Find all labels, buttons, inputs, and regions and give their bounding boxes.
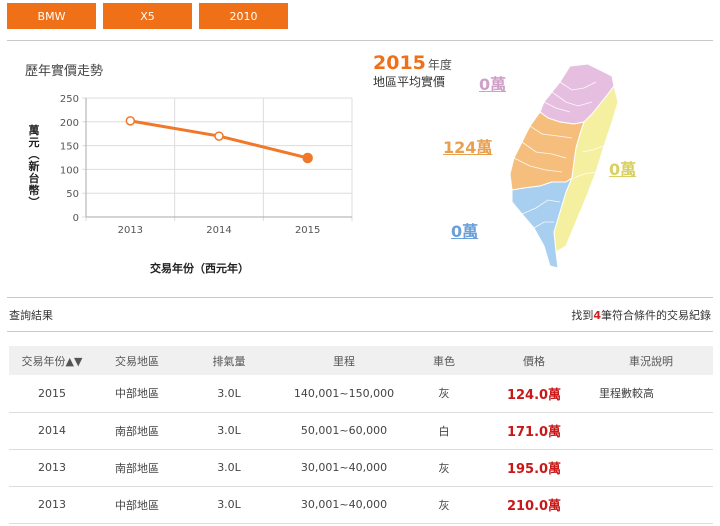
divider-middle — [7, 297, 713, 298]
y-tick-label: 150 — [60, 142, 79, 153]
y-tick-label: 50 — [66, 189, 79, 200]
region-year: 2015 — [373, 52, 426, 74]
results-label: 查詢結果 — [9, 309, 53, 322]
filter-tabs: BMW X5 2010 — [7, 3, 288, 29]
region-subtitle: 地區平均實價 — [373, 75, 446, 89]
cell-condition — [589, 486, 713, 524]
cell-condition — [589, 449, 713, 487]
transactions-table: 交易年份▲▼ 交易地區 排氣量 里程 車色 價格 車況說明 2015 中部地區 … — [9, 346, 713, 524]
cell-color: 灰 — [409, 486, 479, 524]
cell-displacement: 3.0L — [179, 486, 279, 524]
cell-displacement: 3.0L — [179, 412, 279, 450]
header-condition: 車況說明 — [589, 346, 713, 375]
results-count: 找到4筆符合條件的交易紀錄 — [571, 309, 711, 322]
results-count-number: 4 — [593, 309, 601, 322]
trend-title: 歷年實價走勢 — [25, 64, 104, 79]
region-north-value[interactable]: 0萬 — [479, 71, 506, 95]
cell-year: 2013 — [9, 449, 95, 487]
table-row: 2014 南部地區 3.0L 50,001~60,000 白 171.0萬 — [9, 412, 713, 450]
x-tick-label: 2015 — [295, 225, 320, 236]
cell-color: 灰 — [409, 449, 479, 487]
cell-color: 白 — [409, 412, 479, 450]
price-trend-chart: 0 50 100 150 200 250 2013 2014 2015 — [60, 94, 353, 236]
y-tick-label: 0 — [73, 213, 79, 224]
cell-mileage: 30,001~40,000 — [279, 486, 409, 524]
data-point — [302, 152, 313, 164]
tab-year[interactable]: 2010 — [199, 3, 288, 29]
header-price: 價格 — [479, 346, 589, 375]
tab-brand[interactable]: BMW — [7, 3, 96, 29]
cell-mileage: 50,001~60,000 — [279, 412, 409, 450]
table-header-row: 交易年份▲▼ 交易地區 排氣量 里程 車色 價格 車況說明 — [9, 346, 713, 375]
taiwan-map — [509, 63, 619, 269]
cell-price: 124.0萬 — [479, 375, 589, 413]
table-row: 2013 南部地區 3.0L 30,001~40,000 灰 195.0萬 — [9, 449, 713, 487]
cell-year: 2013 — [9, 486, 95, 524]
cell-mileage: 30,001~40,000 — [279, 449, 409, 487]
cell-condition: 里程數較高 — [589, 375, 713, 413]
table-row: 2013 中部地區 3.0L 30,001~40,000 灰 210.0萬 — [9, 486, 713, 524]
cell-year: 2014 — [9, 412, 95, 450]
data-point — [214, 131, 224, 141]
cell-year: 2015 — [9, 375, 95, 413]
header-color: 車色 — [409, 346, 479, 375]
y-tick-label: 250 — [60, 94, 79, 105]
x-tick-label: 2013 — [118, 225, 143, 236]
header-region: 交易地區 — [95, 346, 179, 375]
cell-region: 南部地區 — [95, 412, 179, 450]
header-mileage: 里程 — [279, 346, 409, 375]
x-tick-label: 2014 — [206, 225, 231, 236]
divider-top — [7, 40, 713, 41]
region-south-value[interactable]: 0萬 — [451, 218, 478, 242]
cell-region: 中部地區 — [95, 486, 179, 524]
region-year-title: 2015 年度 — [373, 52, 452, 74]
region-east-value[interactable]: 0萬 — [609, 156, 636, 180]
tab-model[interactable]: X5 — [103, 3, 192, 29]
cell-price: 210.0萬 — [479, 486, 589, 524]
data-point — [125, 116, 136, 126]
y-tick-label: 200 — [60, 118, 79, 129]
cell-region: 南部地區 — [95, 449, 179, 487]
cell-displacement: 3.0L — [179, 375, 279, 413]
chart-xlabel: 交易年份（西元年） — [150, 262, 249, 275]
cell-color: 灰 — [409, 375, 479, 413]
region-central-value[interactable]: 124萬 — [443, 134, 492, 158]
cell-price: 171.0萬 — [479, 412, 589, 450]
header-displacement: 排氣量 — [179, 346, 279, 375]
divider-results — [7, 331, 713, 332]
y-tick-label: 100 — [60, 165, 79, 176]
header-year-sort[interactable]: 交易年份▲▼ — [9, 346, 95, 375]
region-year-unit: 年度 — [427, 58, 452, 72]
cell-displacement: 3.0L — [179, 449, 279, 487]
table-row: 2015 中部地區 3.0L 140,001~150,000 灰 124.0萬 … — [9, 375, 713, 413]
cell-mileage: 140,001~150,000 — [279, 375, 409, 413]
cell-price: 195.0萬 — [479, 449, 589, 487]
cell-condition — [589, 412, 713, 450]
cell-region: 中部地區 — [95, 375, 179, 413]
